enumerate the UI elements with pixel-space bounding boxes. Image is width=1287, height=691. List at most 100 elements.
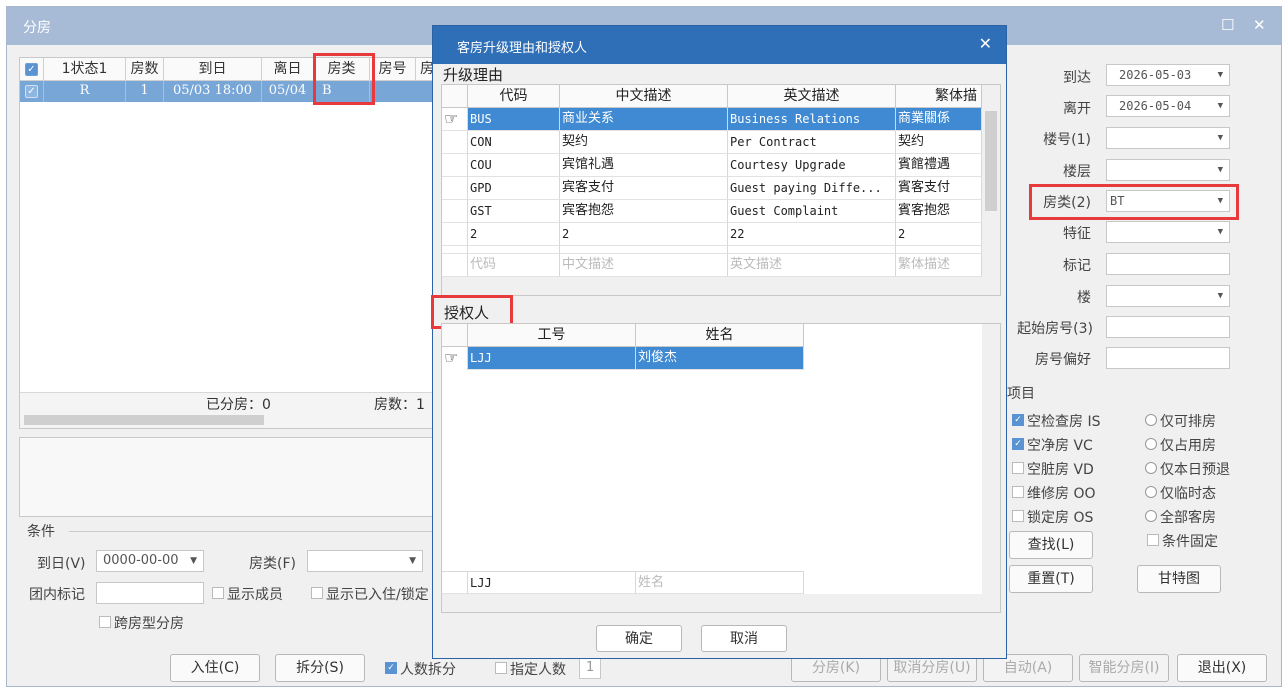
reason-cn[interactable]: 宾客抱怨 — [560, 200, 728, 223]
col-room-no[interactable]: 房号 — [370, 58, 416, 81]
radio-temporary[interactable] — [1145, 486, 1157, 498]
cell-depart[interactable]: 05/04 — [262, 81, 314, 102]
tower-select[interactable]: ▼ — [1106, 285, 1230, 307]
start-room-input[interactable] — [1106, 316, 1230, 338]
reset-button[interactable]: 重置(T) — [1009, 565, 1093, 593]
filter-code-input[interactable]: 代码 — [468, 254, 560, 277]
col-depart[interactable]: 离日 — [262, 58, 314, 81]
reason-tw[interactable]: 賓館禮遇 — [896, 154, 982, 177]
col-rooms[interactable]: 房数 — [126, 58, 164, 81]
reason-cn[interactable]: 2 — [560, 223, 728, 246]
reason-en[interactable]: Guest paying Diffe... — [728, 177, 896, 200]
cell-room-no[interactable] — [370, 81, 438, 102]
grid-horizontal-scrollbar[interactable] — [20, 412, 438, 428]
building-select[interactable]: ▼ — [1106, 127, 1230, 149]
show-members-checkbox[interactable] — [212, 587, 224, 599]
specify-people-checkbox[interactable] — [495, 662, 507, 674]
room-pref-input[interactable] — [1106, 347, 1230, 369]
cross-room-type-checkbox[interactable] — [99, 616, 111, 628]
cell-rooms[interactable]: 1 — [126, 81, 164, 102]
status-option-vc-checkbox[interactable]: ✓ — [1012, 438, 1024, 450]
auth-vertical-scrollbar[interactable] — [982, 324, 1000, 594]
filter-cn-input[interactable]: 中文描述 — [560, 254, 728, 277]
cell-arrive[interactable]: 05/03 18:00 — [164, 81, 262, 102]
authorizer-name[interactable]: 刘俊杰 — [636, 347, 804, 370]
status-option-os-checkbox[interactable] — [1012, 510, 1024, 522]
dialog-close-icon[interactable]: ✕ — [979, 34, 992, 53]
reason-en[interactable]: Courtesy Upgrade — [728, 154, 896, 177]
scroll-thumb[interactable] — [985, 111, 997, 211]
radio-occupied[interactable] — [1145, 438, 1157, 450]
reason-en[interactable]: Guest Complaint — [728, 200, 896, 223]
auth-horizontal-scrollbar[interactable] — [442, 594, 1000, 612]
col-en-desc[interactable]: 英文描述 — [728, 85, 896, 108]
exit-button[interactable]: 退出(X) — [1177, 654, 1267, 682]
fixed-condition-checkbox[interactable] — [1147, 534, 1159, 546]
ok-button[interactable]: 确定 — [596, 625, 682, 652]
depart-date-picker[interactable]: 2026-05-04 ▼ — [1106, 95, 1230, 117]
col-cn-desc[interactable]: 中文描述 — [560, 85, 728, 108]
checkin-button[interactable]: 入住(C) — [170, 654, 260, 682]
cancel-button[interactable]: 取消 — [701, 625, 787, 652]
show-checked-checkbox[interactable] — [311, 587, 323, 599]
reason-tw[interactable]: 賓客抱怨 — [896, 200, 982, 223]
col-arrive[interactable]: 到日 — [164, 58, 262, 81]
reason-code[interactable]: CON — [468, 131, 560, 154]
col-employee-id[interactable]: 工号 — [468, 324, 636, 347]
reason-code[interactable]: GST — [468, 200, 560, 223]
reason-code[interactable]: 2 — [468, 223, 560, 246]
reason-tw[interactable]: 2 — [896, 223, 982, 246]
reason-en[interactable]: Per Contract — [728, 131, 896, 154]
row-checkbox[interactable]: ✓ — [25, 85, 38, 98]
col-status[interactable]: 1状态1 — [44, 58, 126, 81]
scroll-thumb[interactable] — [24, 415, 264, 425]
reason-horizontal-scrollbar[interactable] — [442, 277, 1000, 295]
filter-tw-input[interactable]: 繁体描述 — [896, 254, 982, 277]
smart-assign-button[interactable]: 智能分房(I) — [1079, 654, 1169, 682]
reason-code[interactable]: BUS — [468, 108, 560, 131]
split-button[interactable]: 拆分(S) — [275, 654, 365, 682]
close-icon[interactable]: ✕ — [1253, 16, 1266, 34]
group-mark-input[interactable] — [96, 582, 204, 604]
feature-select[interactable]: ▼ — [1106, 221, 1230, 243]
filter-en-input[interactable]: 英文描述 — [728, 254, 896, 277]
authorizer-id[interactable]: LJJ — [468, 347, 636, 370]
radio-schedulable[interactable] — [1145, 414, 1157, 426]
col-name[interactable]: 姓名 — [636, 324, 804, 347]
select-all-header[interactable]: ✓ — [20, 58, 44, 81]
reason-en[interactable]: Business Relations — [728, 108, 896, 131]
radio-all-rooms[interactable] — [1145, 510, 1157, 522]
col-code[interactable]: 代码 — [468, 85, 560, 108]
status-option-oo-checkbox[interactable] — [1012, 486, 1024, 498]
floor-select[interactable]: ▼ — [1106, 159, 1230, 181]
maximize-icon[interactable]: ☐ — [1221, 16, 1234, 34]
reason-vertical-scrollbar[interactable] — [982, 85, 1000, 277]
status-option-is-checkbox[interactable]: ✓ — [1012, 414, 1024, 426]
reason-cn[interactable]: 宾馆礼遇 — [560, 154, 728, 177]
status-option-vd-checkbox[interactable] — [1012, 462, 1024, 474]
reason-tw[interactable]: 商業關係 — [896, 108, 982, 131]
split-by-people-checkbox[interactable]: ✓ — [385, 662, 397, 674]
reason-tw[interactable]: 賓客支付 — [896, 177, 982, 200]
people-count-input[interactable]: 1 — [579, 657, 601, 679]
cell-status[interactable]: R — [44, 81, 126, 102]
reason-code[interactable]: GPD — [468, 177, 560, 200]
gantt-button[interactable]: 甘特图 — [1137, 565, 1221, 593]
col-tw-desc[interactable]: 繁体描 — [896, 85, 982, 108]
reason-cn[interactable]: 契约 — [560, 131, 728, 154]
reason-en[interactable]: 22 — [728, 223, 896, 246]
auth-filter-id-input[interactable]: LJJ — [468, 571, 636, 594]
mark-input[interactable] — [1106, 253, 1230, 275]
reason-code[interactable]: COU — [468, 154, 560, 177]
reason-tw[interactable]: 契约 — [896, 131, 982, 154]
arrive-date-select[interactable]: 0000-00-00 ▼ — [96, 550, 204, 572]
row-checkbox-cell[interactable]: ✓ — [20, 81, 44, 102]
select-all-checkbox[interactable]: ✓ — [25, 63, 38, 76]
auth-filter-name-input[interactable]: 姓名 — [636, 571, 804, 594]
radio-due-out[interactable] — [1145, 462, 1157, 474]
reason-cn[interactable]: 商业关系 — [560, 108, 728, 131]
room-type-filter-select[interactable]: ▼ — [307, 550, 423, 572]
search-button[interactable]: 查找(L) — [1009, 531, 1093, 559]
reason-cn[interactable]: 宾客支付 — [560, 177, 728, 200]
arrive-date-picker[interactable]: 2026-05-03 ▼ — [1106, 64, 1230, 86]
